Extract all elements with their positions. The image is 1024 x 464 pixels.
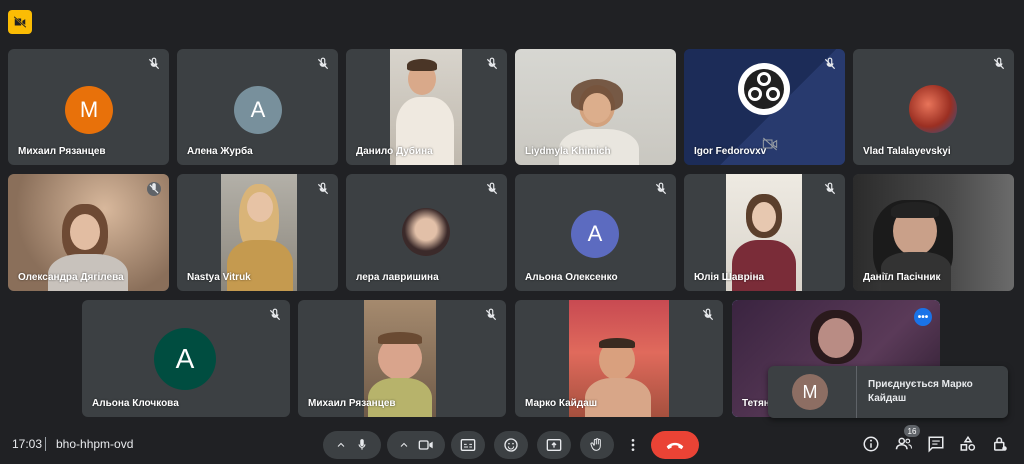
- avatar: М: [65, 86, 113, 134]
- mic-off-icon: [486, 182, 498, 195]
- participant-tile[interactable]: Nastya Vitruk: [177, 174, 338, 291]
- host-controls-icon[interactable]: [991, 435, 1009, 453]
- captions-button[interactable]: [451, 431, 485, 459]
- bottom-toolbar: 17:03 bho-hhpm-ovd 16: [0, 425, 1024, 464]
- reactions-button[interactable]: [494, 431, 528, 459]
- avatar: А: [571, 210, 619, 258]
- participant-name: Тетян: [742, 398, 770, 409]
- activities-icon[interactable]: [959, 435, 977, 453]
- mic-off-icon: [655, 182, 667, 195]
- clock: 17:03: [12, 437, 43, 451]
- mic-off-icon: [269, 308, 281, 321]
- participant-name: Олександра Дягілева: [18, 272, 124, 283]
- participant-name: Михаил Рязанцев: [308, 398, 396, 409]
- participant-tile[interactable]: Vlad Talalayevskyi: [853, 49, 1014, 165]
- mic-off-icon: [824, 182, 836, 195]
- participant-name: Михаил Рязанцев: [18, 146, 106, 157]
- camera-off-icon[interactable]: [8, 10, 32, 34]
- participant-tile[interactable]: Михаил Рязанцев: [298, 300, 506, 417]
- chat-icon[interactable]: [927, 435, 945, 453]
- meeting-code: bho-hhpm-ovd: [56, 437, 134, 451]
- mic-off-icon: [993, 57, 1005, 70]
- mic-control-group: [323, 431, 381, 459]
- participant-tile[interactable]: Марко Кайдаш: [515, 300, 723, 417]
- participant-tile[interactable]: Олександра Дягілева: [8, 174, 169, 291]
- participant-name: лера лавришина: [356, 272, 439, 283]
- mic-icon[interactable]: [355, 438, 369, 452]
- people-icon[interactable]: [895, 435, 913, 453]
- participant-name: Nastya Vitruk: [187, 272, 251, 283]
- raise-hand-button[interactable]: [580, 431, 614, 459]
- present-icon: [546, 439, 562, 451]
- participant-tile[interactable]: Liydmyla Khimich: [515, 49, 676, 165]
- more-options-button[interactable]: [623, 431, 643, 459]
- participant-name: Алена Журба: [187, 146, 253, 157]
- participant-tile[interactable]: А Альона Клочкова: [82, 300, 290, 417]
- avatar: А: [234, 86, 282, 134]
- divider: [856, 366, 857, 418]
- participant-tile[interactable]: А Альона Олексенко: [515, 174, 676, 291]
- participant-tile[interactable]: лера лавришина: [346, 174, 507, 291]
- participant-name: Igor Fedorovxv: [694, 146, 767, 157]
- participant-name: Марко Кайдаш: [525, 398, 598, 409]
- divider: [45, 437, 46, 451]
- participant-name: Альона Олексенко: [525, 272, 618, 283]
- participant-tile[interactable]: Igor Fedorovxv: [684, 49, 845, 165]
- mic-off-icon: [147, 182, 161, 196]
- avatar: М: [792, 374, 828, 410]
- raise-hand-icon: [590, 438, 601, 451]
- mic-off-icon: [824, 57, 836, 70]
- more-options-button[interactable]: •••: [914, 308, 932, 326]
- participant-tile[interactable]: Даніїл Пасічник: [853, 174, 1014, 291]
- mic-off-icon: [485, 308, 497, 321]
- join-notification: М Приєднується Марко Кайдаш: [768, 366, 1008, 418]
- mic-off-icon: [148, 57, 160, 70]
- participant-name: Юлія Шаврінa: [694, 272, 765, 283]
- chevron-up-icon[interactable]: [335, 439, 347, 451]
- notification-text: Приєднується Марко Кайдаш: [868, 379, 973, 404]
- participant-name: Vlad Talalayevskyi: [863, 146, 951, 157]
- meet-stage: { "app": { "accent": "#8ab4f8", "tile_bg…: [0, 0, 1024, 464]
- camera-icon[interactable]: [418, 438, 434, 452]
- avatar: А: [154, 328, 216, 390]
- participant-tile[interactable]: А Алена Журба: [177, 49, 338, 165]
- emoji-icon: [504, 438, 518, 452]
- participant-tile[interactable]: Данило Дубина: [346, 49, 507, 165]
- present-button[interactable]: [537, 431, 571, 459]
- participant-tile[interactable]: Юлія Шаврінa: [684, 174, 845, 291]
- captions-icon: [460, 439, 476, 451]
- obs-logo: [738, 63, 790, 115]
- mic-off-icon: [702, 308, 714, 321]
- leave-call-button[interactable]: [651, 431, 699, 459]
- chevron-up-icon[interactable]: [398, 439, 410, 451]
- participant-name: Даніїл Пасічник: [863, 272, 941, 283]
- mic-off-icon: [317, 182, 329, 195]
- participant-name: Альона Клочкова: [92, 398, 179, 409]
- more-vert-icon: [631, 439, 635, 451]
- avatar: [909, 85, 957, 133]
- participant-name: Данило Дубина: [356, 146, 433, 157]
- participant-name: Liydmyla Khimich: [525, 146, 611, 157]
- info-icon[interactable]: [862, 435, 880, 453]
- camera-control-group: [387, 431, 445, 459]
- mic-off-icon: [486, 57, 498, 70]
- call-end-icon: [666, 442, 684, 450]
- mic-off-icon: [317, 57, 329, 70]
- avatar: [402, 208, 450, 256]
- participant-tile[interactable]: М Михаил Рязанцев: [8, 49, 169, 165]
